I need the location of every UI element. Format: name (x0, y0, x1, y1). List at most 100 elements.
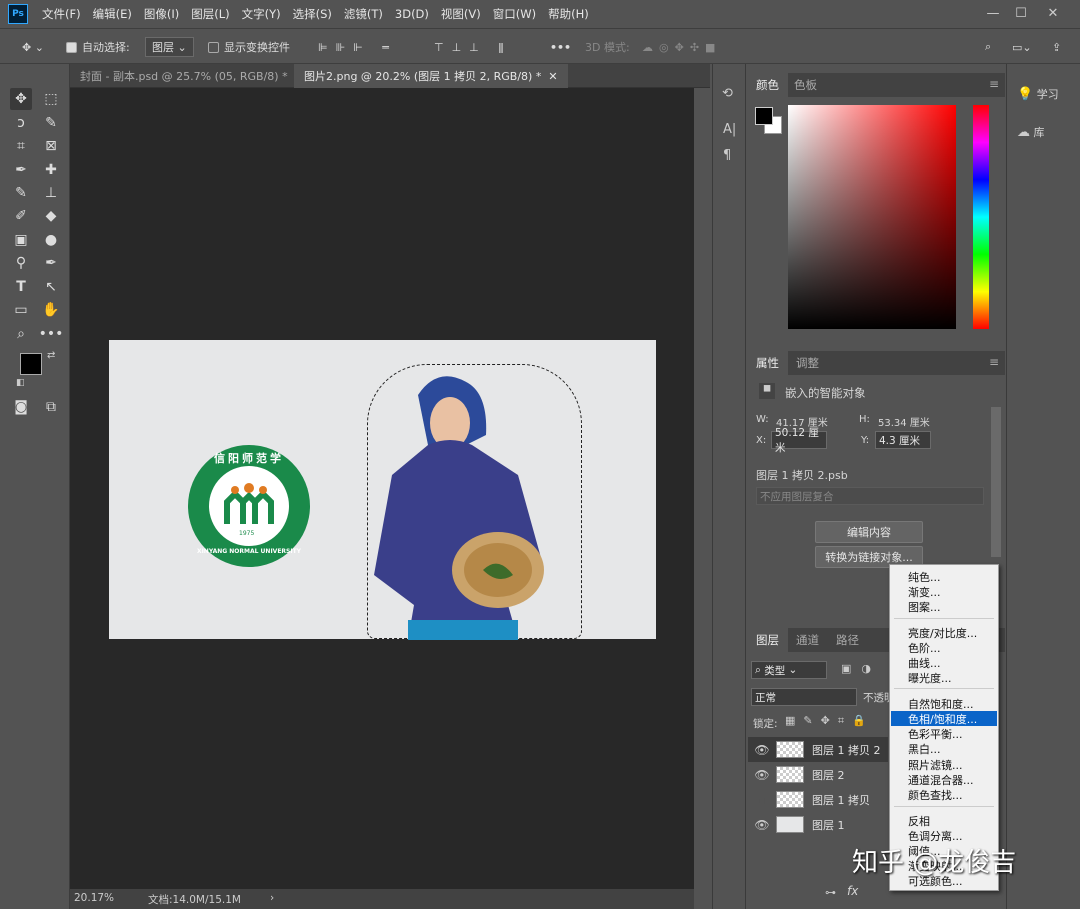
layer-row[interactable]: ▫ 图层 1 拷贝 (748, 787, 888, 812)
menu-item-color-balance[interactable]: 色彩平衡... (891, 726, 997, 741)
show-transform-checkbox[interactable]: 显示变换控件 (208, 37, 290, 57)
layer-filter-select[interactable]: ⌕ 类型 ⌄ (751, 661, 827, 679)
layer-row[interactable]: 👁 图层 1 (748, 812, 888, 837)
paragraph-icon[interactable]: ¶ (723, 148, 731, 163)
tab-layers[interactable]: 图层 (747, 628, 788, 652)
rectangle-tool-icon[interactable]: ▭ (10, 299, 32, 321)
menu-help[interactable]: 帮助(H) (548, 6, 589, 22)
hand-tool-icon[interactable]: ✋ (40, 299, 62, 321)
workspace-icon[interactable]: ▭⌄ (1012, 37, 1032, 57)
menu-item-exposure[interactable]: 曝光度... (891, 670, 997, 685)
menu-item-levels[interactable]: 色阶... (891, 640, 997, 655)
tab-picture2-png[interactable]: 图片2.png @ 20.2% (图层 1 拷贝 2, RGB/8) * ✕ (294, 64, 568, 88)
blur-tool-icon[interactable]: ● (40, 229, 62, 251)
visibility-eye-icon[interactable]: 👁 (748, 768, 776, 782)
status-arrow-icon[interactable]: › (270, 892, 274, 904)
type-tool-icon[interactable]: T (10, 276, 32, 298)
stamp-tool-icon[interactable]: ⊥ (40, 182, 62, 204)
library-button[interactable]: ☁ 库 (1017, 124, 1045, 140)
color-field[interactable] (788, 105, 956, 329)
tab-channels[interactable]: 通道 (787, 628, 828, 652)
menu-item-solid-color[interactable]: 纯色... (891, 569, 997, 584)
screen-mode-icon[interactable]: ⧉ (40, 396, 62, 418)
swap-colors-icon[interactable]: ⇄ (47, 350, 55, 361)
edit-contents-button[interactable]: 编辑内容 (815, 521, 923, 543)
menu-item-brightness-contrast[interactable]: 亮度/对比度... (891, 625, 997, 640)
character-icon[interactable]: A| (723, 122, 736, 137)
layer-row[interactable]: 👁 图层 1 拷贝 2 (748, 737, 888, 762)
visibility-eye-icon[interactable]: 👁 (748, 743, 776, 757)
move-tool-preset-icon[interactable]: ✥ ⌄ (22, 37, 44, 57)
eraser-tool-icon[interactable]: ◆ (40, 205, 62, 227)
history-icon[interactable]: ⟲ (722, 86, 733, 101)
menu-item-color-lookup[interactable]: 颜色查找... (891, 787, 997, 802)
menu-image[interactable]: 图像(I) (144, 6, 179, 22)
foreground-swatch[interactable] (755, 107, 773, 125)
menu-item-black-white[interactable]: 黑白... (891, 741, 997, 756)
filter-icons[interactable]: ▣◑ (841, 662, 881, 675)
tab-swatches[interactable]: 色板 (785, 73, 826, 97)
menu-window[interactable]: 窗口(W) (493, 6, 536, 22)
move-tool-icon[interactable]: ✥ (10, 88, 32, 110)
path-select-icon[interactable]: ↖ (40, 276, 62, 298)
brush-tool-icon[interactable]: ✎ (10, 182, 32, 204)
search-icon[interactable]: ⌕ (985, 37, 991, 57)
document-canvas[interactable]: 信阳师范学院 XINYANG NORMAL UNIVERSITY 1975 (109, 340, 656, 640)
blend-mode-select[interactable]: 正常 (751, 688, 857, 706)
lasso-tool-icon[interactable]: ↄ (10, 112, 32, 134)
link-layers-icon[interactable]: ⊶ (825, 886, 836, 899)
align-icons[interactable]: ⊫⊪⊩ ═ (318, 37, 397, 57)
tab-adjustments[interactable]: 调整 (787, 351, 828, 375)
history-brush-icon[interactable]: ✐ (10, 205, 32, 227)
menu-item-hue-saturation[interactable]: 色相/饱和度... (891, 711, 997, 726)
tab-cover-psd[interactable]: 封面 - 副本.psd @ 25.7% (05, RGB/8) * ✕ (70, 64, 314, 88)
quick-mask-icon[interactable]: ◙ (10, 396, 32, 418)
panel-menu-icon[interactable]: ≡ (989, 355, 999, 369)
h-value[interactable]: 53.34 厘米 (878, 414, 930, 429)
quick-select-icon[interactable]: ✎ (40, 112, 62, 134)
more-options-button[interactable]: ••• (550, 37, 571, 57)
menu-view[interactable]: 视图(V) (441, 6, 481, 22)
menu-filter[interactable]: 滤镜(T) (344, 6, 383, 22)
auto-select-checkbox[interactable]: 自动选择: (66, 37, 130, 57)
layer-row[interactable]: 👁 图层 2 (748, 762, 888, 787)
menu-edit[interactable]: 编辑(E) (93, 6, 132, 22)
menu-file[interactable]: 文件(F) (42, 6, 81, 22)
3d-mode-icons[interactable]: ☁◎✥✣■ (642, 37, 721, 57)
layer-comp-select[interactable]: 不应用图层复合 (756, 487, 984, 505)
close-icon[interactable]: ✕ (548, 70, 557, 83)
menu-item-posterize[interactable]: 色调分离... (891, 828, 997, 843)
maximize-button[interactable]: ☐ (1008, 0, 1034, 26)
crop-tool-icon[interactable]: ⌗ (10, 135, 32, 157)
menu-item-invert[interactable]: 反相 (891, 813, 997, 828)
foreground-color-swatch[interactable] (20, 353, 42, 375)
menu-3d[interactable]: 3D(D) (395, 7, 429, 21)
menu-type[interactable]: 文字(Y) (242, 6, 281, 22)
tab-color[interactable]: 颜色 (747, 73, 788, 97)
distribute-icons[interactable]: ⊤⊥⊥ ǁ (434, 37, 512, 57)
tab-paths[interactable]: 路径 (827, 628, 868, 652)
y-field[interactable]: 4.3 厘米 (875, 431, 931, 449)
zoom-level[interactable]: 20.17% (74, 892, 114, 904)
visibility-eye-icon[interactable]: 👁 (748, 818, 776, 832)
frame-tool-icon[interactable]: ⊠ (40, 135, 62, 157)
x-field[interactable]: 50.12 厘米 (771, 427, 827, 454)
menu-item-pattern[interactable]: 图案... (891, 599, 997, 614)
menu-item-channel-mixer[interactable]: 通道混合器... (891, 772, 997, 787)
lock-icons[interactable]: ▦✎✥⌗🔒 (785, 714, 874, 728)
close-window-button[interactable]: ✕ (1040, 0, 1066, 26)
healing-tool-icon[interactable]: ✚ (40, 159, 62, 181)
minimize-button[interactable]: — (980, 0, 1006, 26)
eyedropper-icon[interactable]: ✒ (10, 159, 32, 181)
share-icon[interactable]: ⇪ (1052, 37, 1061, 57)
zoom-tool-icon[interactable]: ⌕ (10, 323, 32, 345)
properties-scrollbar[interactable] (991, 407, 1001, 557)
panel-menu-icon[interactable]: ≡ (989, 77, 999, 91)
dodge-tool-icon[interactable]: ⚲ (10, 252, 32, 274)
default-colors-icon[interactable]: ◧ (16, 378, 25, 388)
tab-properties[interactable]: 属性 (747, 351, 788, 375)
menu-item-curves[interactable]: 曲线... (891, 655, 997, 670)
menu-layer[interactable]: 图层(L) (191, 6, 229, 22)
fx-icon[interactable]: fx (847, 884, 858, 898)
more-tools-icon[interactable]: ••• (39, 323, 64, 345)
